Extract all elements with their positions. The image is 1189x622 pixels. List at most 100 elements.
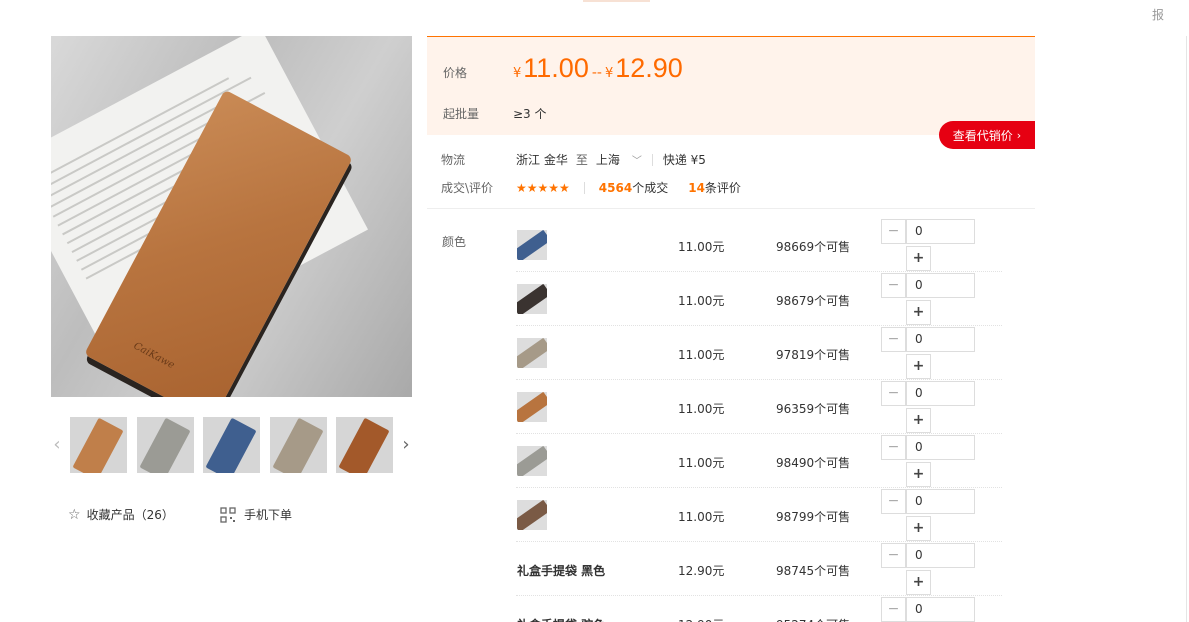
right-divider <box>1186 36 1187 622</box>
agent-price-label: 查看代销价 <box>952 128 1013 143</box>
sku-stock: 98669个可售 <box>776 240 851 254</box>
star-outline-icon: ☆ <box>68 506 81 523</box>
currency-symbol: ¥ <box>513 66 522 81</box>
nav-tab-indicator <box>583 0 650 2</box>
sku-stock: 98490个可售 <box>776 456 851 470</box>
increase-button[interactable]: + <box>906 300 931 325</box>
quantity-stepper: −0+ <box>881 381 975 433</box>
sku-row: 11.00元 98669个可售 −0 + <box>516 218 1002 272</box>
reviews-suffix: 条评价 <box>704 181 741 195</box>
sku-color-thumbnail[interactable] <box>517 338 547 368</box>
logistics-info: 浙江 金华 至 上海 ﹀ 快递 ¥5 <box>516 151 706 168</box>
thumbnail-wallet-blue <box>205 417 257 473</box>
quantity-input[interactable]: 0 <box>906 489 975 514</box>
thumb-next-arrow[interactable]: › <box>400 434 412 456</box>
sku-price: 12.90元 <box>678 564 725 578</box>
quantity-input[interactable]: 0 <box>906 543 975 568</box>
decrease-button[interactable]: − <box>881 435 906 460</box>
mobile-order-button[interactable]: 手机下单 <box>220 506 292 523</box>
mobile-order-label: 手机下单 <box>244 508 293 522</box>
increase-button[interactable]: + <box>906 462 931 487</box>
increase-button[interactable]: + <box>906 516 931 541</box>
thumbnail-1[interactable] <box>137 417 194 473</box>
section-divider <box>427 208 1035 209</box>
thumbnail-wallet-open <box>338 417 390 473</box>
sku-stock: 96359个可售 <box>776 402 851 416</box>
trade-label: 成交\评价 <box>441 181 494 195</box>
quantity-input[interactable]: 0 <box>906 381 975 406</box>
increase-button[interactable]: + <box>906 570 931 595</box>
sku-color-thumbnail[interactable] <box>517 500 547 530</box>
thumbnail-4[interactable] <box>336 417 393 473</box>
quantity-stepper: −0+ <box>881 219 975 271</box>
sku-row: 11.00元 98490个可售 −0 + <box>516 434 1002 488</box>
trade-info: ★★★★★ 4564 个成交 14 条评价 <box>516 179 741 196</box>
favorite-label: 收藏产品（26） <box>86 508 174 522</box>
wallet-brand-text: CaiKawe <box>131 340 177 372</box>
sku-price: 11.00元 <box>678 510 725 524</box>
sku-row: 11.00元 97819个可售 −0 + <box>516 326 1002 380</box>
quantity-input[interactable]: 0 <box>906 327 975 352</box>
sku-color-thumbnail[interactable] <box>517 392 547 422</box>
sku-row: 礼盒手提袋 黑色 12.90元 98745个可售 −0 + <box>516 542 1002 596</box>
sku-stock: 95274个可售 <box>776 616 850 622</box>
sku-price: 11.00元 <box>678 348 725 362</box>
sku-color-thumbnail[interactable] <box>517 284 547 314</box>
rating-stars-icon: ★★★★★ <box>516 180 570 195</box>
sku-row: 礼盒手提袋 驼色 12.90元 95274个可售 −0+ <box>516 596 1002 622</box>
sku-price: 11.00元 <box>678 294 725 308</box>
chevron-down-icon[interactable]: ﹀ <box>632 152 642 167</box>
decrease-button[interactable]: − <box>881 597 906 622</box>
decrease-button[interactable]: − <box>881 219 906 244</box>
moq-value: ≥3 个 <box>513 107 547 121</box>
increase-button[interactable]: + <box>906 408 931 433</box>
chevron-right-icon: › <box>1016 128 1022 142</box>
sku-row: 11.00元 98679个可售 −0 + <box>516 272 1002 326</box>
shipping-fee: 快递 ¥5 <box>662 153 706 167</box>
quantity-input[interactable]: 0 <box>906 219 975 244</box>
ship-to-word: 至 <box>575 153 588 167</box>
ship-to-select[interactable]: 上海 <box>596 151 620 168</box>
sku-price: 12.90元 <box>678 616 724 622</box>
deals-count[interactable]: 4564 <box>599 181 632 195</box>
decrease-button[interactable]: − <box>881 327 906 352</box>
sku-stock: 98799个可售 <box>776 510 851 524</box>
divider <box>651 153 653 166</box>
price-low: 11.00 <box>523 53 589 83</box>
reviews-count[interactable]: 14 <box>688 181 705 195</box>
increase-button[interactable]: + <box>906 246 931 271</box>
sku-color-thumbnail[interactable] <box>517 230 547 260</box>
quantity-input[interactable]: 0 <box>906 435 975 460</box>
price-high: 12.90 <box>615 53 683 83</box>
view-agent-price-button[interactable]: 查看代销价 › <box>939 121 1035 149</box>
quantity-stepper: −0+ <box>881 489 975 541</box>
currency-symbol: ¥ <box>604 66 614 81</box>
thumbnail-wallet-gray <box>139 417 191 473</box>
quantity-input[interactable]: 0 <box>906 597 975 622</box>
thumbnail-0[interactable] <box>70 417 127 473</box>
sku-name: 礼盒手提袋 黑色 <box>517 564 606 578</box>
moq-label: 起批量 <box>443 107 480 121</box>
thumb-prev-arrow[interactable]: ‹ <box>51 434 63 456</box>
thumbnail-3[interactable] <box>270 417 327 473</box>
sku-stock: 98679个可售 <box>776 294 851 308</box>
quantity-input[interactable]: 0 <box>906 273 975 298</box>
decrease-button[interactable]: − <box>881 381 906 406</box>
sku-price: 11.00元 <box>678 456 725 470</box>
sku-color-thumbnail[interactable] <box>517 446 547 476</box>
increase-button[interactable]: + <box>906 354 931 379</box>
decrease-button[interactable]: − <box>881 489 906 514</box>
decrease-button[interactable]: − <box>881 273 906 298</box>
thumbnail-wallet-brown <box>72 417 124 473</box>
report-link[interactable]: 报 <box>1152 6 1164 23</box>
thumbnail-2[interactable] <box>203 417 260 473</box>
main-product-image[interactable]: CaiKawe <box>51 36 412 397</box>
price-range-separator: -- <box>591 65 602 81</box>
quantity-stepper: −0+ <box>881 435 975 487</box>
quantity-stepper: −0+ <box>881 597 975 622</box>
ship-from: 浙江 金华 <box>516 153 568 167</box>
price-range: ¥ 11.00 -- ¥ 12.90 <box>513 53 683 84</box>
decrease-button[interactable]: − <box>881 543 906 568</box>
favorite-button[interactable]: ☆ 收藏产品（26） <box>68 506 174 523</box>
price-label: 价格 <box>443 66 468 80</box>
